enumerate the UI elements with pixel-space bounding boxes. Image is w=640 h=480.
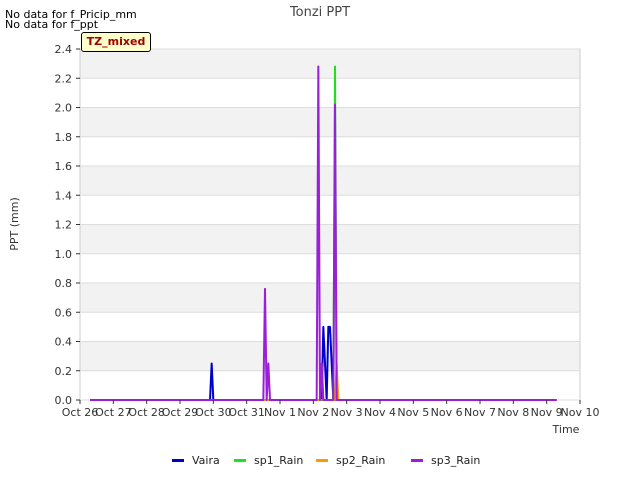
legend-label: Vaira: [192, 453, 220, 467]
y-tick-label: 0.6: [55, 306, 73, 319]
legend-item: sp2_Rain: [316, 452, 385, 468]
plot-band: [80, 166, 580, 196]
legend-label: sp3_Rain: [431, 453, 481, 467]
legend-label: sp1_Rain: [254, 453, 304, 467]
plot-band: [80, 283, 580, 313]
x-tick-label: Nov 5: [397, 406, 429, 419]
y-tick-label: 0.8: [55, 277, 73, 290]
y-tick-label: 2.2: [55, 72, 73, 85]
x-tick-label: Nov 2: [297, 406, 329, 419]
x-tick-label: Oct 31: [228, 406, 265, 419]
y-axis-ticks: 0.00.20.40.60.81.01.21.41.61.82.02.22.4: [55, 43, 80, 407]
plot-band: [80, 224, 580, 254]
x-tick-label: Nov 7: [464, 406, 496, 419]
plot-band: [80, 195, 580, 225]
y-tick-label: 0.4: [55, 336, 73, 349]
y-tick-label: 1.8: [55, 131, 73, 144]
x-tick-label: Nov 9: [531, 406, 563, 419]
y-tick-label: 1.0: [55, 248, 73, 261]
y-tick-label: 0.2: [55, 365, 73, 378]
legend-item: Vaira: [172, 452, 220, 468]
plot-band: [80, 107, 580, 137]
timezone-badge: TZ_mixed: [81, 32, 151, 52]
legend-item: sp3_Rain: [411, 452, 480, 468]
x-tick-label: Nov 3: [331, 406, 363, 419]
x-tick-label: Oct 28: [128, 406, 165, 419]
x-axis-label: Time: [552, 423, 580, 436]
x-axis-ticks: Oct 26Oct 27Oct 28Oct 29Oct 30Oct 31 Nov …: [62, 400, 600, 419]
plot-band: [80, 370, 580, 400]
legend-swatch: [411, 458, 423, 462]
no-data-notice-2: No data for f_ppt: [5, 18, 99, 31]
x-tick-label: Nov 4: [364, 406, 396, 419]
legend: Vaira sp1_Rain sp2_Rain sp3_Rain: [0, 452, 640, 468]
y-tick-label: 2.0: [55, 102, 73, 115]
x-tick-label: Oct 29: [162, 406, 199, 419]
x-tick-label: Nov 8: [497, 406, 529, 419]
y-tick-label: 1.4: [55, 189, 73, 202]
legend-item: sp1_Rain: [234, 452, 303, 468]
chart-title: Tonzi PPT: [289, 5, 350, 20]
legend-swatch: [316, 458, 328, 462]
legend-label: sp2_Rain: [336, 453, 386, 467]
x-tick-label: Nov 10: [561, 406, 600, 419]
ppt-chart: 0.00.20.40.60.81.01.21.41.61.82.02.22.4 …: [8, 5, 600, 436]
y-axis-label: PPT (mm): [8, 197, 21, 251]
legend-swatch: [234, 458, 246, 462]
plot-band: [80, 78, 580, 108]
plot-band: [80, 136, 580, 166]
x-tick-label: Oct 30: [195, 406, 232, 419]
y-tick-label: 1.6: [55, 160, 73, 173]
y-tick-label: 2.4: [55, 43, 73, 56]
x-tick-label: Nov 1: [264, 406, 296, 419]
plot-band: [80, 49, 580, 79]
plot-band: [80, 253, 580, 283]
x-tick-label: Oct 26: [62, 406, 99, 419]
x-tick-label: Nov 6: [431, 406, 463, 419]
legend-swatch: [172, 458, 184, 462]
x-tick-label: Oct 27: [95, 406, 132, 419]
y-tick-label: 1.2: [55, 219, 73, 232]
